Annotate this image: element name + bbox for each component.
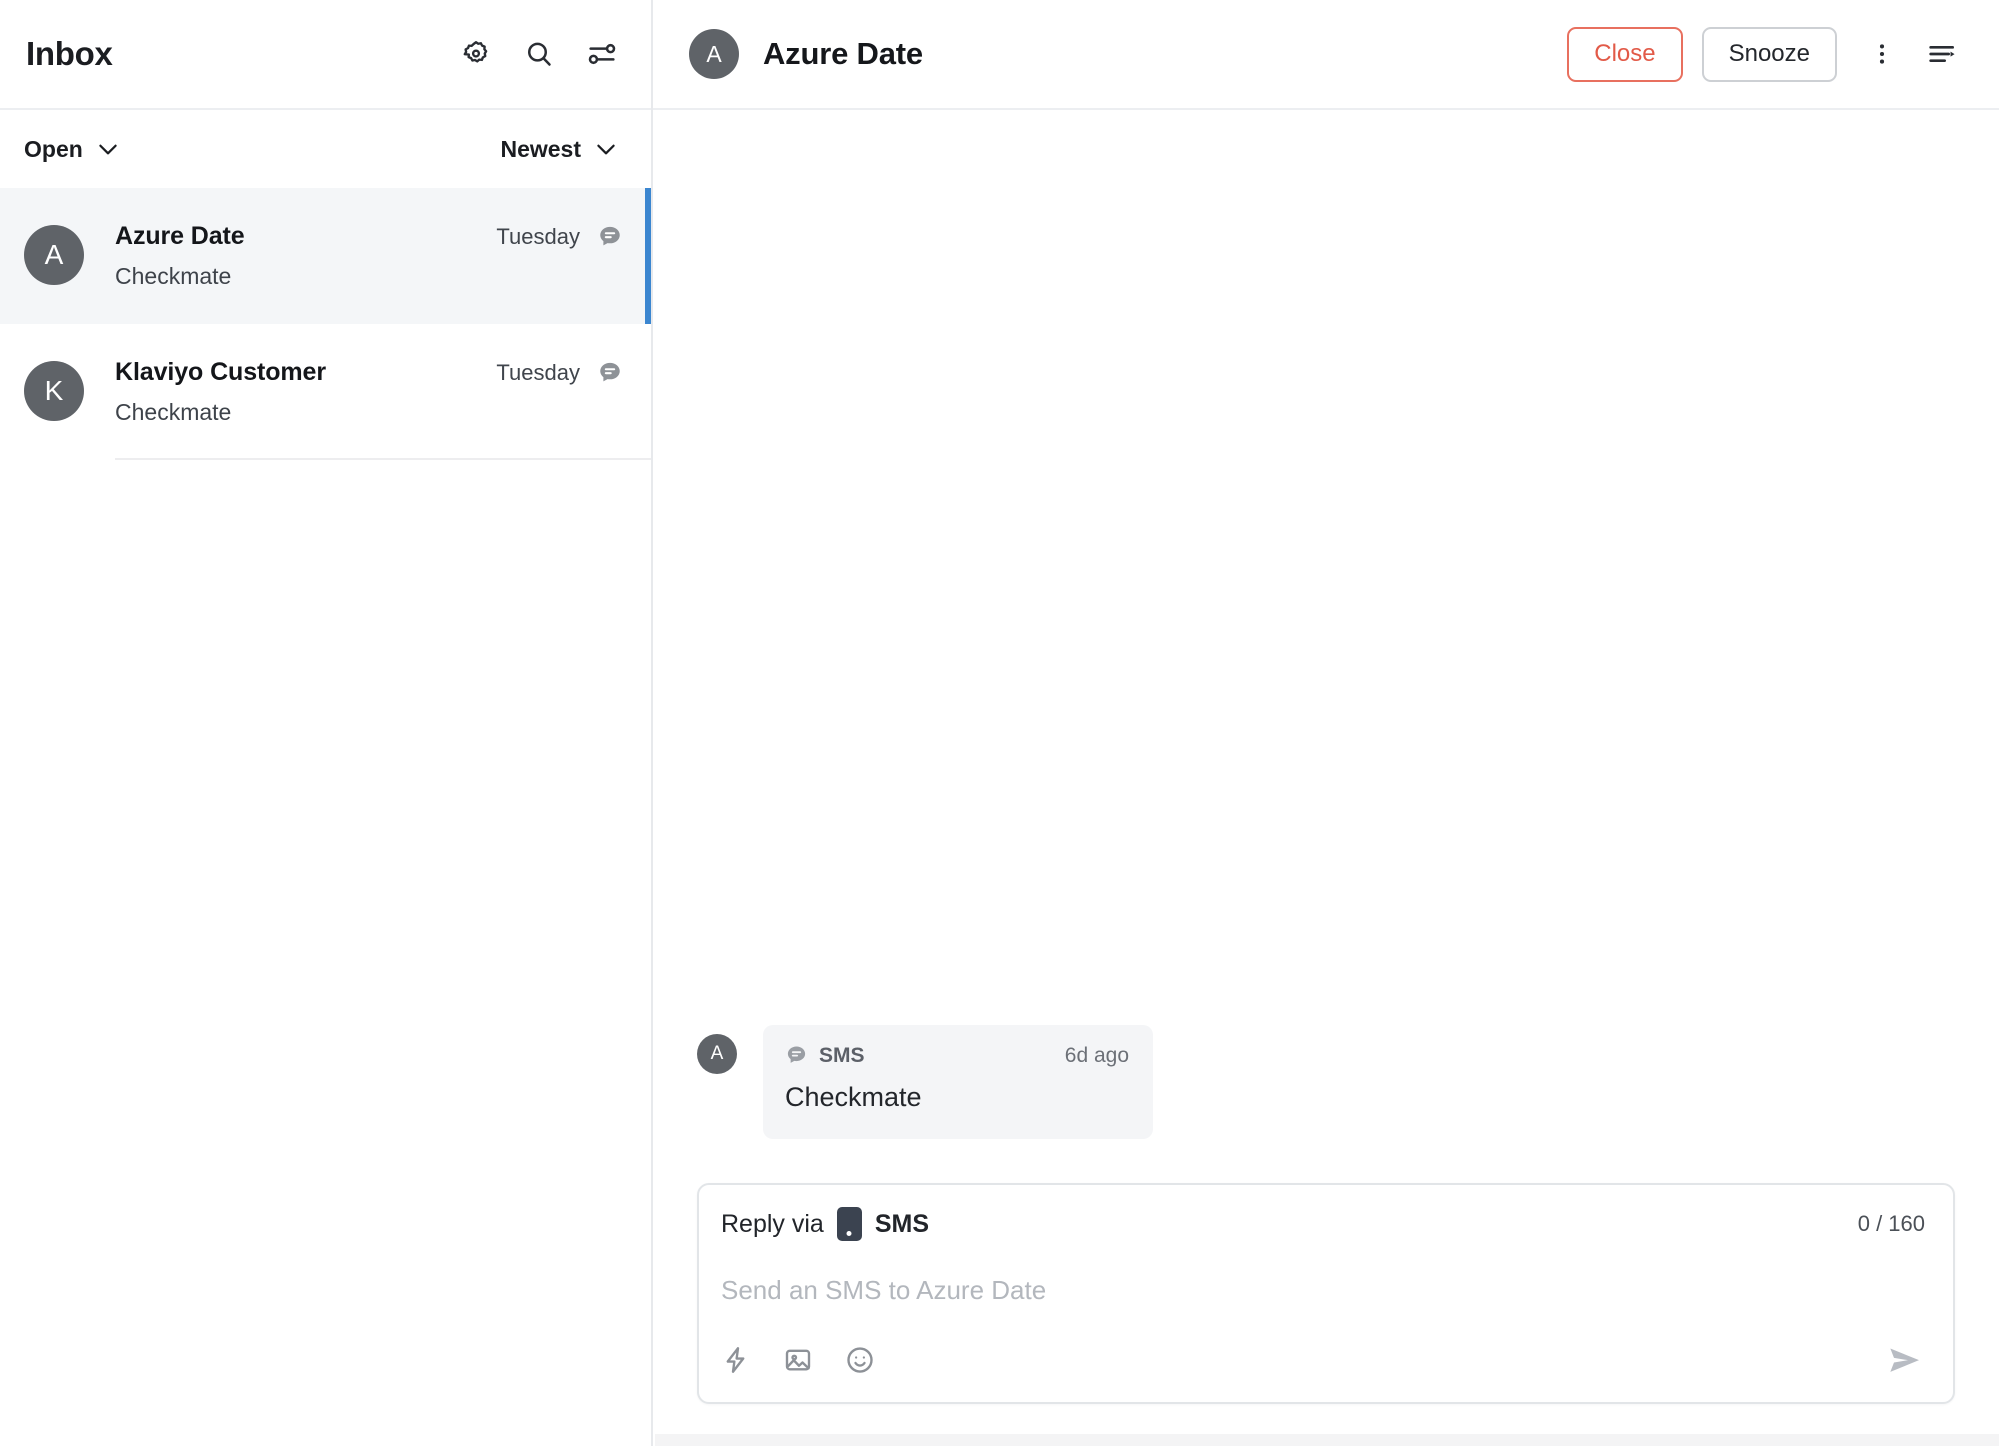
message-bubble: SMS 6d ago Checkmate [763,1024,1153,1139]
message-text: Checkmate [785,1081,922,1112]
list-item-preview: Checkmate [115,263,232,289]
sidebar-header: Inbox [0,0,651,110]
list-item[interactable]: A Azure Date Tuesday Checkmate [0,188,651,324]
list-item-time: Tuesday [496,223,580,249]
search-icon[interactable] [522,37,556,71]
list-item-header: Klaviyo Customer Tuesday [115,358,623,387]
conversation-title: Azure Date [763,36,923,71]
message-timestamp: 6d ago [1064,1043,1129,1067]
list-item-time: Tuesday [496,359,580,385]
chevron-down-icon [597,144,615,155]
composer-header: Reply via SMS 0 / 160 [721,1207,1925,1247]
status-filter-dropdown[interactable]: Open [24,136,121,163]
sidebar-header-actions [459,37,619,71]
sms-bubble-icon [785,1044,808,1067]
inbox-app: Inbox Open Newest A Azure Date Tuesday C… [0,0,1999,1446]
character-counter: 0 / 160 [1857,1211,1925,1236]
message-thread: A SMS 6d ago Checkmate [653,110,1999,1183]
conversation-list: A Azure Date Tuesday Checkmate K Klaviyo… [0,188,651,1446]
list-item[interactable]: K Klaviyo Customer Tuesday Checkmate [0,324,651,460]
list-item-name: Azure Date [115,222,245,250]
conversation-panel: A Azure Date Close Snooze A SMS 6d ago C… [653,0,1999,1446]
composer-wrapper: Reply via SMS 0 / 160 Send an SMS to Azu… [653,1183,1999,1446]
reply-composer: Reply via SMS 0 / 160 Send an SMS to Azu… [697,1183,1955,1404]
kebab-menu-icon[interactable] [1859,31,1905,77]
avatar: K [24,361,84,421]
reply-via-label: Reply via [721,1209,824,1238]
message-channel: SMS [785,1044,865,1068]
chevron-down-icon [99,144,117,155]
message-channel-label: SMS [819,1043,865,1067]
list-divider [115,458,651,460]
sms-bubble-icon [597,360,623,386]
message-bubble-header: SMS 6d ago [785,1044,1129,1068]
message-row: A SMS 6d ago Checkmate [697,1024,1955,1183]
close-button[interactable]: Close [1567,26,1683,82]
reply-channel-name: SMS [874,1209,930,1238]
avatar: A [24,225,84,285]
page-title: Inbox [26,35,113,72]
conversation-details-icon[interactable] [1919,31,1965,77]
snooze-button[interactable]: Snooze [1701,26,1837,82]
conversation-actions: Close Snooze [1567,26,1965,82]
message-input[interactable]: Send an SMS to Azure Date [721,1247,1925,1340]
list-item-meta: Tuesday [496,224,623,250]
filter-sliders-icon[interactable] [585,37,619,71]
list-item-preview: Checkmate [115,399,232,425]
list-item-name: Klaviyo Customer [115,358,326,386]
composer-toolbar [721,1340,1925,1384]
list-item-meta: Tuesday [496,360,623,386]
reply-channel-selector[interactable]: Reply via SMS [721,1207,929,1241]
sms-bubble-icon [597,224,623,250]
list-item-body: Azure Date Tuesday Checkmate [115,222,623,290]
settings-gear-icon[interactable] [459,37,493,71]
sort-order-dropdown[interactable]: Newest [500,136,619,163]
phone-icon [836,1207,862,1241]
page-footer [655,1434,1999,1446]
conversation-header: A Azure Date Close Snooze [653,0,1999,110]
sort-order-label: Newest [500,135,581,162]
composer-tools [721,1345,875,1375]
status-filter-label: Open [24,135,83,162]
sidebar-filter-bar: Open Newest [0,110,651,188]
attach-image-icon[interactable] [783,1345,813,1375]
avatar: A [697,1033,737,1074]
emoji-icon[interactable] [845,1345,875,1375]
avatar: A [689,29,739,79]
quick-reply-lightning-icon[interactable] [721,1345,751,1375]
send-paper-plane-icon[interactable] [1885,1340,1925,1380]
list-item-body: Klaviyo Customer Tuesday Checkmate [115,358,623,426]
inbox-sidebar: Inbox Open Newest A Azure Date Tuesday C… [0,0,653,1446]
list-item-header: Azure Date Tuesday [115,222,623,251]
